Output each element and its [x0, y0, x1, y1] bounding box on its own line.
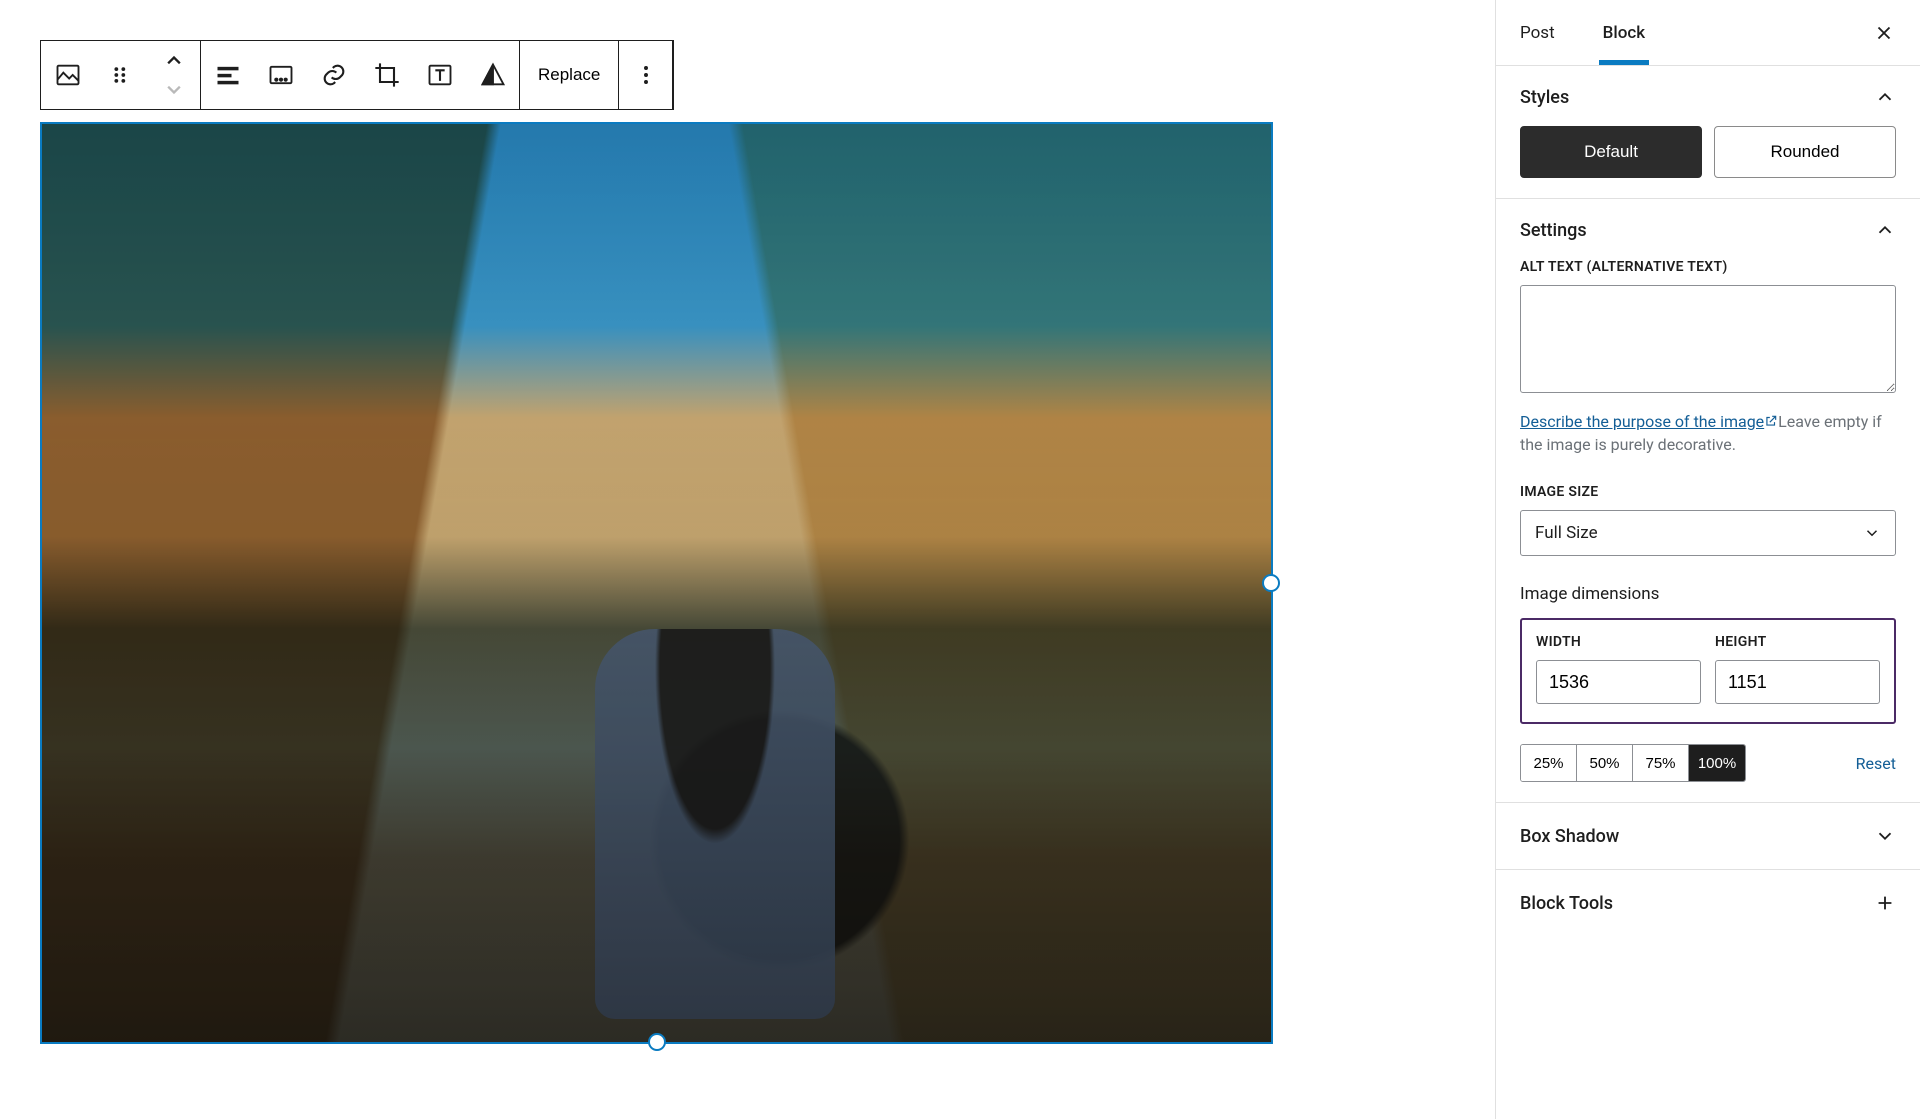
close-sidebar-button[interactable]: [1868, 17, 1900, 49]
block-tools-label: Block Tools: [1520, 893, 1613, 914]
image-size-value: Full Size: [1535, 523, 1598, 543]
alt-text-help: Describe the purpose of the imageLeave e…: [1520, 410, 1896, 456]
text-overlay-button[interactable]: [413, 41, 466, 109]
chevron-up-icon: [1874, 219, 1896, 241]
image-size-select[interactable]: Full Size: [1520, 510, 1896, 556]
width-label: WIDTH: [1536, 634, 1701, 650]
scale-button-group: 25% 50% 75% 100%: [1520, 744, 1746, 782]
alt-text-field: ALT TEXT (ALTERNATIVE TEXT) Describe the…: [1520, 259, 1896, 456]
resize-handle-bottom[interactable]: [648, 1033, 666, 1051]
style-rounded-button[interactable]: Rounded: [1714, 126, 1896, 178]
dimensions-highlight-box: WIDTH HEIGHT: [1520, 618, 1896, 724]
scale-50-button[interactable]: 50%: [1577, 745, 1633, 781]
editor-canvas: Replace: [0, 0, 1495, 1119]
panel-settings-title: Settings: [1520, 220, 1587, 241]
height-label: HEIGHT: [1715, 634, 1880, 650]
panel-styles-title: Styles: [1520, 87, 1569, 108]
alt-text-label: ALT TEXT (ALTERNATIVE TEXT): [1520, 259, 1896, 275]
image-dimensions-label: Image dimensions: [1520, 584, 1896, 604]
image-dimensions-field: Image dimensions WIDTH HEIGHT 25% 50%: [1520, 584, 1896, 782]
more-options-button[interactable]: [619, 41, 672, 109]
tab-block[interactable]: Block: [1599, 0, 1649, 65]
panel-box-shadow[interactable]: Box Shadow: [1496, 803, 1920, 870]
alt-text-input[interactable]: [1520, 285, 1896, 393]
box-shadow-label: Box Shadow: [1520, 826, 1619, 847]
reset-dimensions-button[interactable]: Reset: [1856, 754, 1896, 773]
link-button[interactable]: [307, 41, 360, 109]
move-up-down-button[interactable]: [147, 41, 200, 109]
scale-25-button[interactable]: 25%: [1521, 745, 1577, 781]
block-toolbar: Replace: [40, 40, 674, 110]
panel-settings-header[interactable]: Settings: [1520, 219, 1896, 241]
panel-styles-header[interactable]: Styles: [1520, 86, 1896, 108]
scale-75-button[interactable]: 75%: [1633, 745, 1689, 781]
duotone-button[interactable]: [466, 41, 519, 109]
describe-image-link[interactable]: Describe the purpose of the image: [1520, 412, 1778, 431]
replace-button[interactable]: Replace: [520, 41, 618, 109]
chevron-down-icon: [1863, 524, 1881, 542]
chevron-up-icon: [1874, 86, 1896, 108]
image-size-field: IMAGE SIZE Full Size: [1520, 484, 1896, 556]
resize-handle-right[interactable]: [1262, 574, 1280, 592]
plus-icon: [1874, 892, 1896, 914]
caption-button[interactable]: [254, 41, 307, 109]
block-type-icon[interactable]: [41, 41, 94, 109]
panel-styles: Styles Default Rounded: [1496, 66, 1920, 199]
align-button[interactable]: [201, 41, 254, 109]
width-input[interactable]: [1536, 660, 1701, 704]
sidebar-tabs: Post Block: [1496, 0, 1920, 66]
image-size-label: IMAGE SIZE: [1520, 484, 1896, 500]
scale-100-button[interactable]: 100%: [1689, 745, 1745, 781]
height-input[interactable]: [1715, 660, 1880, 704]
scale-row: 25% 50% 75% 100% Reset: [1520, 744, 1896, 782]
panel-block-tools[interactable]: Block Tools: [1496, 870, 1920, 936]
style-default-button[interactable]: Default: [1520, 126, 1702, 178]
panel-settings: Settings ALT TEXT (ALTERNATIVE TEXT) Des…: [1496, 199, 1920, 803]
drag-handle-icon[interactable]: [94, 41, 147, 109]
inspector-sidebar: Post Block Styles Default Rounded Settin…: [1495, 0, 1920, 1119]
image-block[interactable]: [40, 122, 1273, 1044]
chevron-down-icon: [1874, 825, 1896, 847]
tab-post[interactable]: Post: [1516, 0, 1559, 65]
external-link-icon: [1764, 414, 1778, 428]
image-content: [42, 124, 1271, 1042]
crop-button[interactable]: [360, 41, 413, 109]
